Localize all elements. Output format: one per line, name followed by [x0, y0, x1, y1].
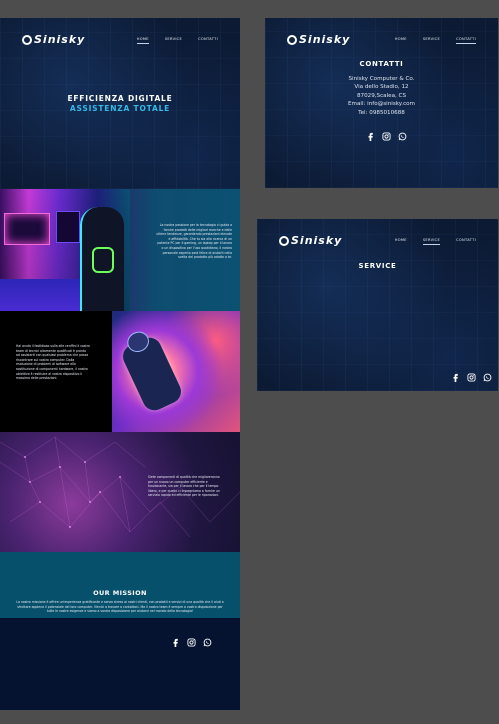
service-title: SERVICE	[358, 262, 397, 270]
logo[interactable]: Sinisky	[287, 33, 350, 46]
repair-text: Hai avuto il fastidioso sulla elle cenff…	[16, 344, 90, 381]
quality-text: Siete componenti di qualità che migliore…	[148, 475, 220, 498]
logo[interactable]: Sinisky	[279, 234, 342, 247]
email-link[interactable]: Email: info@sinisky.com	[265, 100, 498, 108]
astronaut-shape	[119, 328, 185, 415]
whatsapp-icon[interactable]	[398, 132, 407, 141]
hero-subheadline: ASSISTENZA TOTALE	[69, 104, 171, 113]
company-name: Sinisky Computer & Co.	[348, 76, 415, 82]
whatsapp-icon[interactable]	[483, 373, 492, 382]
city-line: 87029,Scalea, CS	[356, 92, 407, 99]
service-page-frame: Sinisky HOME SERVICE CONTATTI SERVICE	[257, 219, 498, 391]
desk-shape	[0, 279, 80, 311]
contact-info: Sinisky Computer & Co. Via dello Stadio,…	[265, 75, 498, 117]
instagram-icon[interactable]	[382, 132, 391, 141]
gaming-chair-shape	[80, 207, 124, 311]
hero-section: Sinisky HOME SERVICE CONTATTI EFFICIENZA…	[0, 18, 240, 189]
nav-contatti-link[interactable]: CONTATTI	[456, 238, 476, 245]
astronaut-image	[112, 311, 240, 432]
instagram-icon[interactable]	[187, 638, 196, 647]
hero-headline: EFFICIENZA DIGITALE	[67, 94, 173, 103]
social-links	[366, 132, 407, 141]
nav-contatti-link[interactable]: CONTATTI	[456, 37, 476, 44]
quality-section: Siete componenti di qualità che migliore…	[0, 432, 240, 552]
mission-section: OUR MISSION La nostra missione è offrire…	[0, 552, 240, 618]
facebook-icon[interactable]	[171, 638, 180, 647]
social-links	[171, 638, 212, 647]
nav-service-link[interactable]: SERVICE	[423, 37, 440, 44]
whatsapp-icon[interactable]	[203, 638, 212, 647]
logo-ring-icon	[279, 235, 289, 246]
social-links	[451, 373, 492, 382]
nav-menu: HOME SERVICE CONTATTI	[136, 37, 218, 44]
nav-service-link[interactable]: SERVICE	[422, 238, 441, 245]
nav-home-link[interactable]: HOME	[395, 37, 407, 44]
contatti-title: CONTATTI	[359, 60, 404, 68]
contatti-page-frame: Sinisky HOME SERVICE CONTATTI CONTATTI S…	[265, 18, 498, 188]
home-page-frame: Sinisky HOME SERVICE CONTATTI EFFICIENZA…	[0, 18, 240, 710]
address-line: Via dello Stadio, 12	[354, 84, 409, 91]
logo[interactable]: Sinisky	[22, 33, 85, 46]
nav-home-link[interactable]: HOME	[136, 37, 149, 44]
navbar: Sinisky HOME SERVICE CONTATTI	[0, 18, 240, 60]
logo-text: Sinisky	[299, 33, 351, 46]
products-section: La nostra passione per la tecnologia ci …	[0, 189, 240, 311]
logo-text: Sinisky	[291, 234, 343, 247]
navbar: Sinisky HOME SERVICE CONTATTI	[265, 18, 498, 60]
phone-link[interactable]: Tel: 0985010688	[265, 109, 498, 117]
repair-section: Hai avuto il fastidioso sulla elle cenff…	[0, 311, 240, 432]
nav-menu: HOME SERVICE CONTATTI	[395, 37, 476, 44]
mission-text: La nostra missione è offrire un'esperien…	[16, 600, 224, 614]
nav-service-link[interactable]: SERVICE	[165, 37, 182, 44]
nav-menu: HOME SERVICE CONTATTI	[395, 238, 476, 245]
instagram-icon[interactable]	[467, 373, 476, 382]
logo-ring-icon	[22, 34, 32, 45]
facebook-icon[interactable]	[451, 373, 460, 382]
navbar: Sinisky HOME SERVICE CONTATTI	[257, 219, 498, 261]
monitor-shape	[56, 211, 80, 243]
logo-ring-icon	[287, 34, 297, 45]
nav-home-link[interactable]: HOME	[395, 238, 407, 245]
products-text: La nostra passione per la tecnologia ci …	[156, 223, 232, 260]
nav-contatti-link[interactable]: CONTATTI	[198, 37, 218, 44]
footer	[0, 618, 240, 710]
logo-text: Sinisky	[34, 33, 86, 46]
gaming-setup-image	[0, 189, 130, 311]
mission-title: OUR MISSION	[93, 589, 147, 597]
monitor-shape	[4, 213, 50, 245]
facebook-icon[interactable]	[366, 132, 375, 141]
